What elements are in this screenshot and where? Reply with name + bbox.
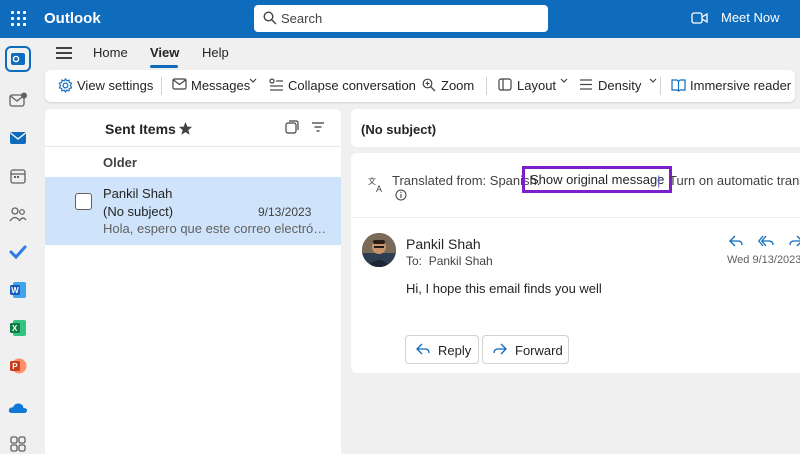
ribbon-tabs: Home View Help xyxy=(36,38,800,70)
turn-on-automatic-translation-link[interactable]: Turn on automatic transla xyxy=(669,173,800,188)
search-placeholder: Search xyxy=(281,11,323,26)
top-bar: Outlook Search Meet Now xyxy=(0,0,800,38)
search-box[interactable]: Search xyxy=(254,5,548,32)
envelope-icon xyxy=(172,78,187,90)
reply-icon xyxy=(416,343,430,355)
powerpoint-icon[interactable]: P xyxy=(8,356,28,376)
translated-from-text: Translated from: Spanish. xyxy=(392,173,541,188)
tab-view[interactable]: View xyxy=(150,45,179,60)
divider xyxy=(351,217,800,218)
density-label: Density xyxy=(598,78,642,93)
calendar-icon[interactable] xyxy=(8,166,28,186)
message-subject: (No subject) xyxy=(103,204,174,219)
toolbar-divider xyxy=(161,77,162,95)
message-sender: Pankil Shah xyxy=(103,186,173,201)
reading-subject-bar: (No subject) xyxy=(351,109,800,147)
chevron-down-icon xyxy=(649,78,657,83)
reading-subject: (No subject) xyxy=(361,122,437,137)
onedrive-icon[interactable] xyxy=(8,398,28,418)
word-icon[interactable]: W xyxy=(8,280,28,300)
chevron-down-icon xyxy=(560,78,568,83)
chevron-down-icon xyxy=(249,78,257,83)
reply-all-icon[interactable] xyxy=(758,235,774,247)
hamburger-menu-icon[interactable] xyxy=(56,46,72,60)
group-header: Older xyxy=(103,155,137,170)
message-date: 9/13/2023 xyxy=(258,205,312,219)
show-original-message-link[interactable]: Show original message xyxy=(522,166,673,193)
immersive-reader-icon xyxy=(671,79,686,92)
video-camera-icon xyxy=(691,12,708,24)
filter-icon[interactable] xyxy=(311,121,325,133)
message-preview: Hola, espero que este correo electró… xyxy=(103,221,327,236)
info-icon[interactable] xyxy=(395,189,407,201)
layout-icon xyxy=(498,78,512,91)
message-list-item[interactable]: Pankil Shah (No subject) 9/13/2023 Hola,… xyxy=(45,177,341,245)
meet-now-label: Meet Now xyxy=(721,10,780,25)
toolbar-divider xyxy=(660,77,661,95)
separator: | xyxy=(657,173,661,188)
excel-icon[interactable]: X xyxy=(8,318,28,338)
people-icon[interactable] xyxy=(8,204,28,224)
sender-name[interactable]: Pankil Shah xyxy=(406,236,481,252)
translation-bar: 文A Translated from: Spanish. Show origin… xyxy=(351,153,800,217)
message-card: 文A Translated from: Spanish. Show origin… xyxy=(351,153,800,373)
outlook-app-icon[interactable] xyxy=(5,46,31,72)
forward-icon[interactable] xyxy=(789,235,800,247)
collapse-conversation-label: Collapse conversation xyxy=(288,78,416,93)
layout-label: Layout xyxy=(517,78,557,93)
view-settings-label: View settings xyxy=(77,78,154,93)
active-tab-indicator xyxy=(150,65,178,68)
folder-title: Sent Items xyxy=(105,121,176,137)
forward-button[interactable]: Forward xyxy=(482,335,569,364)
to-label: To: xyxy=(406,254,423,268)
select-mode-icon[interactable] xyxy=(285,120,299,134)
todo-icon[interactable] xyxy=(8,242,28,262)
zoom-icon xyxy=(422,78,436,92)
svg-text:P: P xyxy=(12,362,18,371)
gear-icon xyxy=(58,78,73,93)
collapse-icon xyxy=(269,78,283,91)
mail-icon[interactable] xyxy=(8,128,28,148)
search-icon xyxy=(263,11,277,25)
divider xyxy=(45,146,341,147)
sender-avatar[interactable] xyxy=(362,233,396,267)
svg-text:X: X xyxy=(12,324,18,333)
message-date: Wed 9/13/2023 xyxy=(727,254,800,266)
app-launcher-icon[interactable] xyxy=(11,11,27,27)
immersive-reader-label: Immersive reader xyxy=(690,78,792,93)
app-title[interactable]: Outlook xyxy=(44,10,101,27)
tab-home[interactable]: Home xyxy=(93,45,128,60)
recipient-name[interactable]: Pankil Shah xyxy=(429,254,493,268)
star-icon[interactable] xyxy=(178,121,193,136)
more-apps-icon[interactable] xyxy=(8,434,28,454)
svg-text:W: W xyxy=(11,286,19,295)
translate-icon: 文A xyxy=(368,176,382,193)
ribbon-toolbar: View settings Messages Collapse conversa… xyxy=(45,70,795,102)
recipient-line: To: Pankil Shah xyxy=(406,254,493,268)
forward-icon xyxy=(493,343,507,355)
reply-label: Reply xyxy=(438,343,472,358)
message-list-pane: Sent Items Older Pankil Shah (No subject… xyxy=(45,109,341,454)
reply-icon[interactable] xyxy=(729,235,743,247)
svg-text:A: A xyxy=(376,184,382,193)
app-rail: W X P xyxy=(0,38,36,454)
new-mail-icon[interactable] xyxy=(8,90,28,110)
zoom-label: Zoom xyxy=(441,78,475,93)
toolbar-divider xyxy=(486,77,487,95)
reply-button[interactable]: Reply xyxy=(405,335,479,364)
svg-text:文: 文 xyxy=(368,176,376,186)
message-checkbox[interactable] xyxy=(75,193,92,210)
message-body: Hi, I hope this email finds you well xyxy=(406,281,602,296)
messages-label: Messages xyxy=(191,78,251,93)
forward-label: Forward xyxy=(515,343,563,358)
density-icon xyxy=(580,79,592,90)
tab-help[interactable]: Help xyxy=(202,45,229,60)
